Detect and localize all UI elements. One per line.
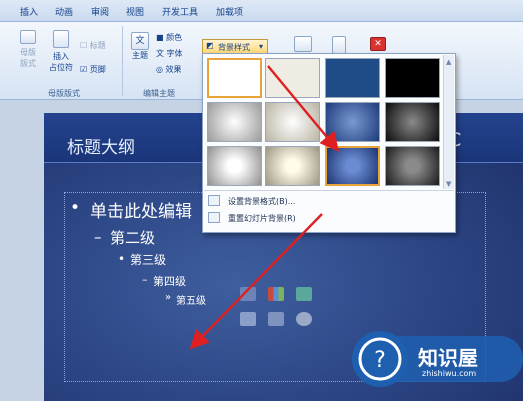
table-icon[interactable] [240, 287, 256, 301]
title-checkbox[interactable]: ☐ 标题 [80, 40, 120, 51]
colors-button[interactable]: ■ 颜色 [156, 32, 200, 43]
question-mark-icon: ? [374, 348, 386, 373]
checkbox-title: ☐ [80, 41, 88, 50]
fonts-button[interactable]: 文 字体 [156, 48, 200, 59]
checkbox-footer-checked: ☑ [80, 65, 88, 74]
slide-size-icon[interactable] [294, 36, 312, 52]
watermark: ? 知识屋 zhishiwu.com [346, 330, 523, 388]
level-5-chevron: » [165, 292, 172, 303]
theme-label: 主题 [132, 51, 148, 60]
background-styles-label: 背景样式 [218, 43, 250, 52]
picture-icon[interactable] [240, 312, 256, 326]
bg-style-8[interactable] [385, 102, 440, 142]
bg-style-3[interactable] [325, 58, 380, 98]
level-4-text[interactable]: 第四级 [153, 273, 186, 289]
level-1-text[interactable]: 单击此处编辑 [90, 197, 192, 222]
level-2-dash: – [94, 228, 102, 246]
page-setup-icon[interactable] [332, 36, 346, 54]
fonts-label: 字体 [166, 49, 183, 58]
tab-insert[interactable]: 插入 [20, 5, 38, 18]
scroll-down-icon[interactable]: ▼ [446, 180, 451, 188]
gallery-scrollbar[interactable] [443, 55, 454, 189]
effects-label: 效果 [165, 65, 182, 74]
format-background-icon [208, 195, 220, 206]
group-separator [122, 26, 123, 96]
background-styles-icon: ◩ [206, 41, 214, 50]
clipart-icon[interactable] [268, 312, 284, 326]
font-icon: 文 [156, 49, 164, 58]
reset-background-label: 重置幻灯片背景(R) [228, 214, 296, 223]
chevron-down-icon: ▾ [259, 42, 264, 51]
tab-animation[interactable]: 动画 [55, 5, 73, 18]
group-label-master-layout: 母版版式 [48, 89, 80, 98]
theme-button[interactable]: 文 主题 [127, 32, 153, 61]
level-2-text[interactable]: 第二级 [110, 227, 155, 248]
colors-label: 颜色 [166, 33, 183, 42]
insert-placeholder-button[interactable]: 插入 占位符 [44, 30, 78, 73]
level-3-bullet: • [118, 252, 126, 266]
format-background-menu-item[interactable]: 设置背景格式(B)... [206, 194, 452, 209]
level-5-text[interactable]: 第五级 [176, 292, 206, 307]
placeholder-icon [53, 30, 69, 48]
chart-icon[interactable] [268, 287, 284, 301]
menu-separator [204, 190, 454, 191]
bg-style-6[interactable] [265, 102, 320, 142]
level-1-bullet: • [70, 198, 81, 218]
slide-title[interactable]: 标题大纲 [67, 133, 135, 158]
footer-checkbox[interactable]: ☑ 页脚 [80, 64, 120, 75]
bg-style-2[interactable] [265, 58, 320, 98]
bg-style-1[interactable] [207, 58, 262, 98]
footer-checkbox-label: 页脚 [89, 65, 106, 74]
tab-addins[interactable]: 加载项 [216, 5, 243, 18]
effects-icon: ◎ [156, 65, 163, 74]
insert-placeholder-label: 插入 占位符 [49, 52, 73, 72]
master-layout-label: 母版 版式 [20, 48, 36, 68]
layout-icon [20, 30, 36, 44]
bg-style-9[interactable] [207, 146, 262, 186]
level-3-text[interactable]: 第三级 [130, 251, 166, 268]
level-4-dash: – [142, 273, 148, 286]
tab-view[interactable]: 视图 [126, 5, 144, 18]
reset-background-icon [208, 212, 220, 223]
bg-style-12[interactable] [385, 146, 440, 186]
background-styles-button[interactable]: ◩ 背景样式 ▾ [202, 39, 268, 54]
format-background-label: 设置背景格式(B)... [228, 197, 296, 206]
ribbon-tab-bar [0, 0, 523, 22]
bg-style-11[interactable] [325, 146, 380, 186]
group-label-edit-theme: 编辑主题 [143, 89, 175, 98]
theme-icon: 文 [131, 32, 149, 50]
media-icon[interactable] [296, 312, 312, 326]
smartart-icon[interactable] [296, 287, 312, 301]
watermark-url: zhishiwu.com [422, 369, 477, 378]
reset-background-menu-item[interactable]: 重置幻灯片背景(R) [206, 211, 452, 226]
watermark-brand: 知识屋 [418, 346, 478, 370]
bg-style-4[interactable] [385, 58, 440, 98]
effects-button[interactable]: ◎ 效果 [156, 64, 200, 75]
scroll-up-icon[interactable]: ▲ [446, 58, 451, 66]
bg-style-5[interactable] [207, 102, 262, 142]
tab-review[interactable]: 审阅 [91, 5, 109, 18]
title-checkbox-label: 标题 [89, 41, 106, 50]
bg-style-10[interactable] [265, 146, 320, 186]
close-master-icon[interactable]: ✕ [370, 37, 386, 51]
bg-style-7[interactable] [325, 102, 380, 142]
tab-developer[interactable]: 开发工具 [162, 5, 198, 18]
master-layout-button[interactable]: 母版 版式 [14, 30, 42, 69]
palette-icon: ■ [156, 33, 164, 42]
